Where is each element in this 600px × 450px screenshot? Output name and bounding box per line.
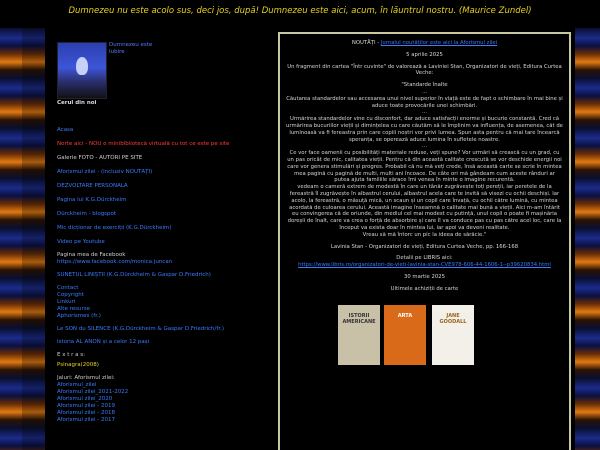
nav-link-linkuri[interactable]: Linkuri (57, 299, 247, 306)
content-inner: NOUTĂȚI - Jurnalul noutăților este aici … (280, 34, 569, 373)
post-paragraph: Urmărirea standardelor vine cu disconfor… (286, 116, 563, 143)
nav-link-aforismul-zilei[interactable]: Aforismul zilei - (inclusiv NOUTĂȚI) (57, 169, 247, 176)
top-quote-banner: Dumnezeu nu este acolo sus, deci jos, du… (0, 0, 600, 22)
libris-label: Detalii pe LIBRIS aici: (396, 255, 453, 262)
main-content-panel: NOUTĂȚI - Jurnalul noutăților este aici … (278, 32, 571, 450)
news-heading: NOUTĂȚI - Jurnalul noutăților este aici … (286, 40, 563, 47)
post-paragraph: vedeam o cameră extrem de modestă în car… (287, 184, 562, 231)
ellipsis: ... (421, 109, 428, 116)
archive-link[interactable]: Aforismul zilei - 2018 (57, 410, 247, 417)
book-title: ISTORII AMERICANE (342, 312, 376, 325)
archive-link[interactable]: Aforismul_zilei (57, 382, 247, 389)
extra-item-link[interactable]: Psinagra(2008) (57, 362, 247, 369)
decorative-side-strip-left (0, 28, 22, 450)
ellipsis: ... (421, 143, 428, 150)
nav-link-istoria-al-anon[interactable]: Istoria AL ANON și a celor 12 pași (57, 339, 247, 346)
nav-link-biblioteca[interactable]: Norte aici - NOU o minibibliotecă virtua… (57, 141, 247, 148)
post-paragraph: Căutarea standardelor sau accesarea unui… (286, 95, 563, 109)
book-title: JANE GOODALL (439, 312, 467, 325)
logo-caption: Cerul din noi (57, 100, 97, 106)
facebook-link[interactable]: https://www.facebook.com/monica.juncan (57, 259, 247, 266)
nav-link-dezvoltare[interactable]: DEZVOLTARE PERSONALĂ (57, 183, 247, 190)
ellipsis: ... (421, 88, 428, 95)
nav-link-aphorismes[interactable]: Aphorismes (fr.) (57, 313, 247, 320)
book-title: ARTA (397, 312, 413, 319)
libris-link[interactable]: https://www.libris.ro/organizatori-de-vi… (298, 262, 551, 268)
nav-link-new-label: Norte aici - NOU o minibibliotecă virtua… (57, 141, 230, 147)
archive-link[interactable]: Aforismul zilei_2020 (57, 396, 247, 403)
news-heading-link[interactable]: Jurnalul noutăților este aici la Aforism… (381, 40, 497, 46)
nav-link-youtube[interactable]: Video pe Youtube (57, 239, 247, 246)
decorative-side-strip-right (575, 28, 600, 450)
archive-link[interactable]: Aforismul zilei - 2017 (57, 417, 247, 424)
post-subtitle: "Standarde înalte (401, 82, 448, 89)
nav-link-durckheim-page[interactable]: Pagina lui K.G.Dürckheim (57, 197, 247, 204)
sidebar-quote: Dumnezeu este Iubire (109, 42, 153, 55)
post-intro: Un fragment din cartea "Într cuvinte" de… (287, 63, 562, 77)
book-covers: ISTORII AMERICANE ARTA JANE GOODALL (286, 297, 563, 367)
nav-link-contact[interactable]: Contact (57, 285, 247, 292)
post-signature: Lavinia Stan - Organizatori de vieți, Ed… (330, 243, 519, 250)
news-heading-prefix: NOUTĂȚI - (351, 40, 381, 46)
sidebar: Dumnezeu este Iubire Cerul din noi Acasa… (45, 28, 250, 450)
post-date: 5 aprilie 2025 (406, 51, 443, 58)
nav-link-acasa[interactable]: Acasa (57, 127, 247, 134)
nav-link-copyright[interactable]: Copyright (57, 292, 247, 299)
nav-link-dictionar[interactable]: Mic dicționar de exerciții (K.G.Dürckhei… (57, 225, 247, 232)
facebook-label: Pagina mea de Facebook (57, 252, 126, 258)
nav-link-alte-resurse[interactable]: Alte resurse (57, 306, 247, 313)
book-cover[interactable]: JANE GOODALL (432, 304, 474, 365)
nav-link-le-son[interactable]: Le SON du SILENCE (K.G.Dürckheim & Gaspa… (57, 326, 247, 333)
nav-link-sunetul-linistii[interactable]: SUNETUL LINIȘTII (K.G.Dürckheim & Gaspar… (57, 272, 247, 279)
post-date: 30 martie 2025 (404, 273, 445, 280)
site-logo-image[interactable] (57, 42, 107, 99)
post-paragraph: Vreau să mă întorc un pic la ideea de să… (362, 231, 487, 238)
book-cover[interactable]: ISTORII AMERICANE (338, 304, 380, 365)
extra-label: E x t r a s: (57, 352, 85, 358)
new-books-title: Ultimele achiziții de carte (390, 285, 459, 292)
decorative-side-strip-left-inner (22, 28, 45, 450)
archive-link[interactable]: Aforismul zilei - 2019 (57, 403, 247, 410)
post-paragraph: Ce vor face oamenii cu posibilități mate… (287, 150, 562, 184)
nav-link-galerie[interactable]: Galerie FOTO - AUTORI PE SITE (57, 155, 247, 162)
sidebar-nav: Acasa Norte aici - NOU o minibibliotecă … (57, 127, 247, 424)
archive-link[interactable]: Aforismul zilei_2021-2022 (57, 389, 247, 396)
archive-label: Jaluri: Aforismul zilei: (57, 375, 115, 381)
book-cover[interactable]: ARTA (384, 304, 426, 365)
nav-link-durckheim-blog[interactable]: Dürckheim - blogspot (57, 211, 247, 218)
